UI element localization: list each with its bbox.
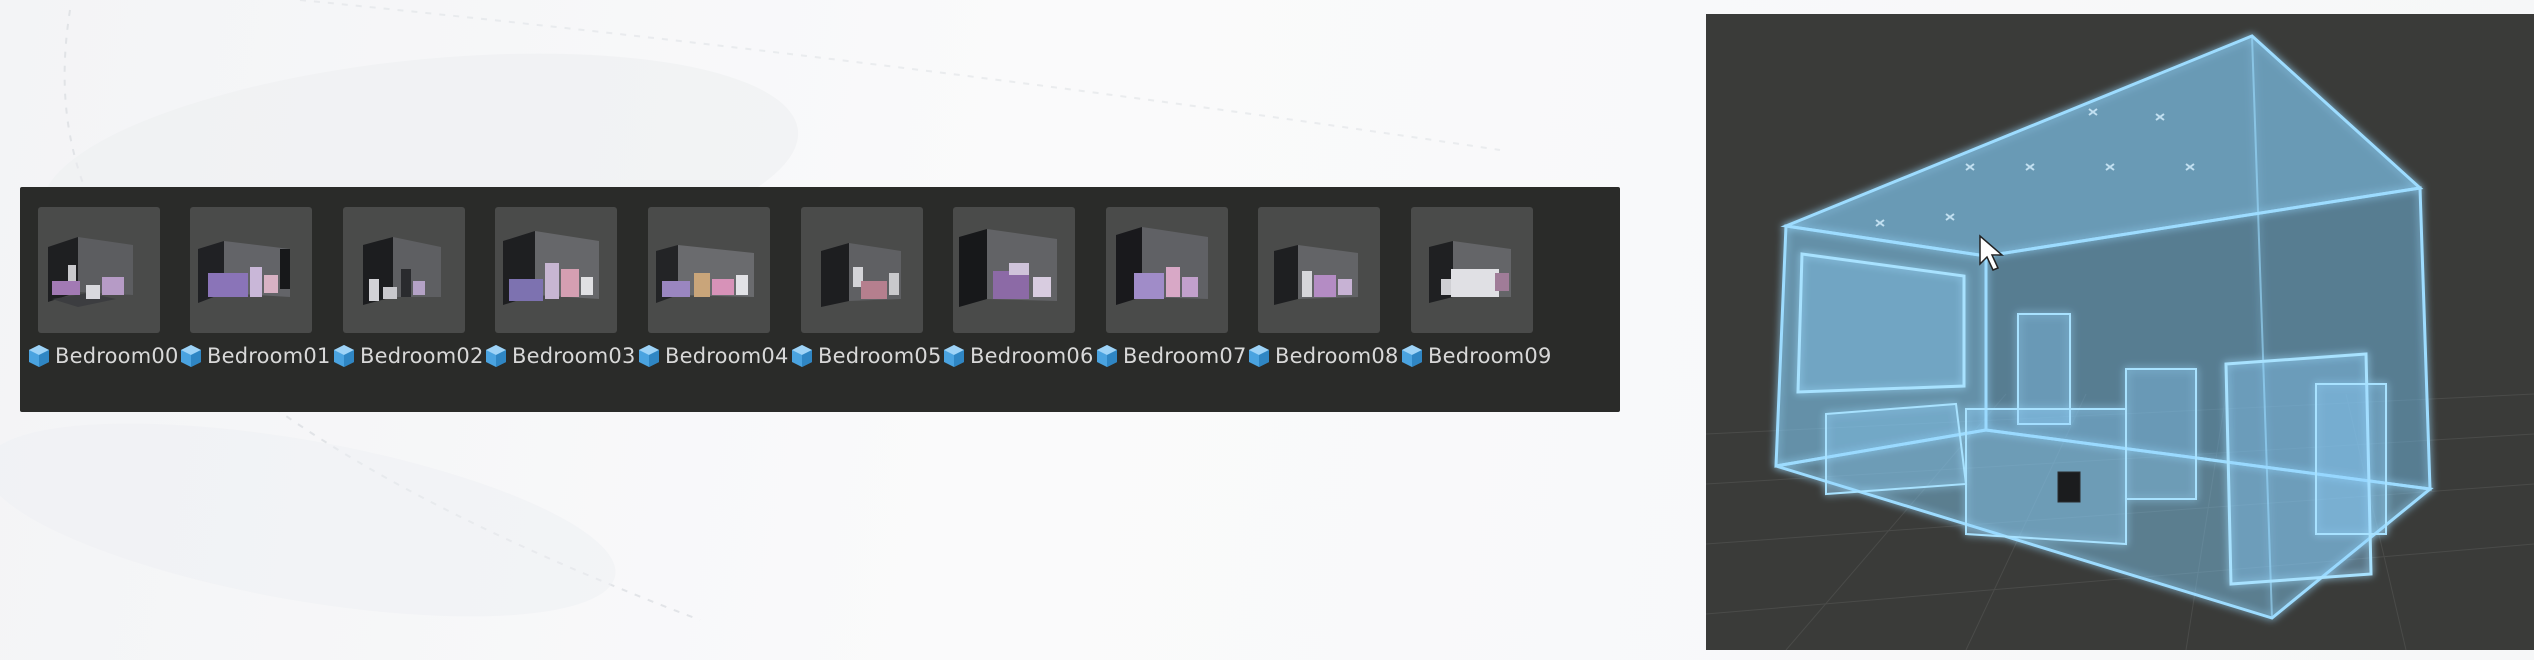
asset-thumbnail: [801, 207, 923, 333]
prefab-icon: [792, 345, 812, 367]
room-wireframe: [1774, 34, 2434, 620]
asset-name: Bedroom07: [1123, 344, 1247, 368]
prefab-icon: [639, 345, 659, 367]
asset-label: Bedroom09: [1401, 342, 1552, 370]
asset-label: Bedroom03: [485, 342, 636, 370]
asset-label: Bedroom08: [1248, 342, 1399, 370]
prefab-icon: [1097, 345, 1117, 367]
asset-label: Bedroom04: [638, 342, 789, 370]
project-assets-panel: Bedroom00 Bedroom01 Bedroom02 Bedroom03 …: [20, 187, 1620, 412]
asset-name: Bedroom08: [1275, 344, 1399, 368]
asset-thumbnail: [953, 207, 1075, 333]
scene-view[interactable]: [1706, 14, 2534, 650]
asset-label: Bedroom00: [28, 342, 179, 370]
asset-name: Bedroom00: [55, 344, 179, 368]
asset-thumbnail: [1106, 207, 1228, 333]
asset-thumbnail: [495, 207, 617, 333]
asset-label: Bedroom02: [333, 342, 484, 370]
asset-name: Bedroom03: [512, 344, 636, 368]
asset-label: Bedroom07: [1096, 342, 1247, 370]
asset-name: Bedroom09: [1428, 344, 1552, 368]
prefab-icon: [486, 345, 506, 367]
prefab-icon: [1249, 345, 1269, 367]
asset-name: Bedroom06: [970, 344, 1094, 368]
prefab-icon: [334, 345, 354, 367]
prefab-icon: [181, 345, 201, 367]
asset-label: Bedroom05: [791, 342, 942, 370]
asset-label: Bedroom06: [943, 342, 1094, 370]
asset-thumbnail: [1411, 207, 1533, 333]
asset-name: Bedroom04: [665, 344, 789, 368]
asset-name: Bedroom02: [360, 344, 484, 368]
asset-thumbnail: [1258, 207, 1380, 333]
asset-label: Bedroom01: [180, 342, 331, 370]
prefab-icon: [29, 345, 49, 367]
asset-thumbnail: [648, 207, 770, 333]
prefab-icon: [1402, 345, 1422, 367]
asset-thumbnail: [38, 207, 160, 333]
prefab-icon: [944, 345, 964, 367]
asset-name: Bedroom05: [818, 344, 942, 368]
asset-name: Bedroom01: [207, 344, 331, 368]
object-gizmo: [2057, 471, 2081, 503]
asset-thumbnail: [343, 207, 465, 333]
asset-thumbnail: [190, 207, 312, 333]
